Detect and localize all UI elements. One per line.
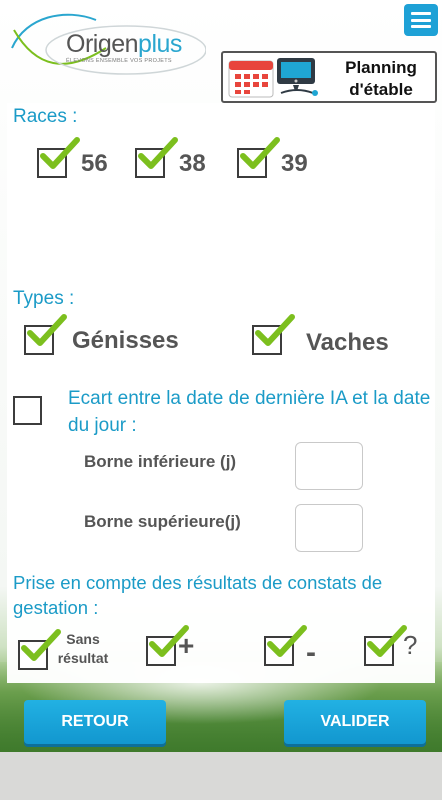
borne-superieure-input[interactable] [295, 504, 363, 552]
borne-superieure-label: Borne supérieure(j) [84, 512, 241, 531]
checkmark-icon [255, 314, 295, 346]
type-vaches-label: Vaches [306, 329, 389, 356]
checkmark-icon [367, 625, 407, 657]
constat-sans-resultat-label: Sans résultat [52, 630, 114, 668]
type-genisses-checkbox[interactable] [24, 314, 67, 355]
constat-moins-checkbox[interactable] [264, 625, 307, 666]
header: Origenplus ÉLEVONS ENSEMBLE VOS PROJETS [0, 0, 442, 108]
checkmark-icon [267, 625, 307, 657]
ecart-label: Ecart entre la date de dernière IA et la… [68, 388, 431, 436]
calendar-icon [228, 60, 274, 98]
constats-title: Prise en compte des résultats de constat… [13, 572, 383, 618]
constat-sans-resultat-line1: Sans [66, 631, 100, 647]
planning-illustration [228, 58, 318, 98]
retour-button[interactable]: RETOUR [24, 700, 166, 744]
constat-inconnu-checkbox[interactable] [364, 625, 407, 666]
race-38-label: 38 [179, 150, 206, 177]
valider-button[interactable]: VALIDER [284, 700, 426, 744]
planning-button[interactable]: Planning d'étable [221, 51, 437, 103]
race-56-checkbox[interactable] [37, 137, 80, 178]
race-38-checkbox[interactable] [135, 137, 178, 178]
constat-moins-label: - [306, 636, 316, 669]
planning-label-line1: Planning [345, 58, 417, 77]
app-screen: Origenplus ÉLEVONS ENSEMBLE VOS PROJETS [0, 0, 442, 752]
logo-wordmark: Origenplus [66, 30, 182, 58]
checkmark-icon [240, 137, 280, 169]
checkmark-icon [138, 137, 178, 169]
constat-sans-resultat-checkbox[interactable] [18, 629, 61, 670]
ecart-checkbox[interactable] [13, 396, 42, 425]
logo-tagline: ÉLEVONS ENSEMBLE VOS PROJETS [66, 58, 172, 64]
monitor-icon [277, 58, 318, 96]
system-bottom-area [0, 752, 442, 800]
type-vaches-checkbox[interactable] [252, 314, 295, 355]
constat-inconnu-label: ? [403, 630, 418, 660]
race-39-checkbox[interactable] [237, 137, 280, 178]
constat-sans-resultat-line2: résultat [57, 650, 109, 666]
planning-label-line2: d'étable [349, 80, 413, 99]
races-title: Races : [13, 106, 78, 127]
checkmark-icon [40, 137, 80, 169]
borne-inferieure-input[interactable] [295, 442, 363, 490]
race-39-label: 39 [281, 150, 308, 177]
constat-plus-checkbox[interactable] [146, 625, 189, 666]
planning-label: Planning d'étable [331, 57, 431, 101]
types-title: Types : [13, 288, 75, 309]
race-56-label: 56 [81, 150, 108, 177]
borne-inferieure-label: Borne inférieure (j) [84, 452, 237, 471]
checkmark-icon [27, 314, 67, 346]
origenplus-logo: Origenplus ÉLEVONS ENSEMBLE VOS PROJETS [6, 8, 206, 98]
constat-plus-label: + [178, 630, 195, 661]
type-genisses-label: Génisses [72, 327, 179, 354]
menu-button[interactable] [404, 4, 438, 36]
